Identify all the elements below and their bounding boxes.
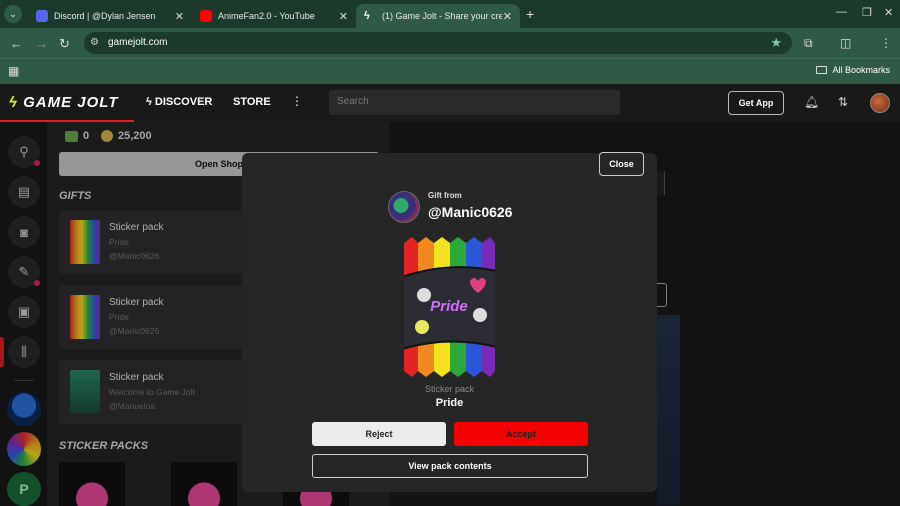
tab-title: Discord | @Dylan Jensen — [54, 11, 156, 21]
view-pack-contents-button[interactable]: View pack contents — [312, 454, 588, 478]
close-tab-icon[interactable]: ✕ — [175, 10, 184, 23]
gamejolt-logo[interactable]: ϟ GAME JOLT — [9, 94, 119, 111]
close-tab-icon[interactable]: ✕ — [503, 10, 512, 23]
get-app-button[interactable]: Get App — [728, 91, 784, 115]
more-menu-icon[interactable]: ⋮ — [291, 94, 303, 108]
pack-name: Pride — [435, 397, 464, 409]
youtube-icon — [200, 10, 212, 22]
tab-gamejolt[interactable]: ϟ (1) Game Jolt - Share your crea ✕ — [356, 4, 520, 28]
minimize-icon[interactable]: — — [836, 6, 847, 18]
tab-youtube[interactable]: AnimeFan2.0 - YouTube ✕ — [192, 4, 356, 28]
tab-title: AnimeFan2.0 - YouTube — [218, 11, 315, 21]
window-close-icon[interactable]: ✕ — [884, 6, 893, 19]
bookmarks-bar: ▦ All Bookmarks — [0, 58, 900, 84]
browser-tab-strip: ⌄ Discord | @Dylan Jensen ✕ AnimeFan2.0 … — [0, 0, 900, 28]
gamejolt-icon: ϟ — [364, 10, 370, 22]
pride-sticker-pack-image: Pride — [404, 237, 495, 377]
url-text[interactable]: gamejolt.com — [108, 37, 167, 48]
new-tab-icon[interactable]: + — [526, 6, 534, 22]
sender-avatar[interactable] — [388, 191, 420, 223]
notifications-bell-icon[interactable]: 🔔︎ — [804, 95, 819, 109]
browser-menu-icon[interactable]: ⋮ — [880, 36, 892, 50]
sender-username[interactable]: @Manic0626 — [428, 204, 512, 220]
user-avatar[interactable] — [870, 93, 890, 113]
accept-button[interactable]: Accept — [454, 422, 588, 446]
nav-discover[interactable]: ϟ DISCOVER — [146, 96, 212, 108]
bookmark-star-icon[interactable]: ★ — [770, 35, 782, 51]
apps-grid-icon[interactable]: ▦ — [8, 64, 19, 78]
address-bar[interactable]: ⚙ gamejolt.com ★ — [84, 32, 792, 54]
site-info-icon[interactable]: ⚙ — [90, 37, 99, 48]
close-button[interactable]: Close — [599, 152, 644, 176]
maximize-icon[interactable]: ❐ — [862, 6, 872, 19]
reading-mode-icon[interactable]: ◫ — [840, 36, 851, 50]
nav-discover-label: DISCOVER — [154, 96, 213, 108]
discord-icon — [36, 10, 48, 22]
pack-type-label: Sticker pack — [424, 384, 475, 394]
gift-from-label: Gift from — [428, 191, 462, 200]
close-tab-icon[interactable]: ✕ — [339, 10, 348, 23]
gift-modal: Close Gift from @Manic0626 Pride Sticker… — [242, 152, 657, 492]
browser-toolbar: ← → ↻ ⚙ gamejolt.com ★ ⧉ ◫ ⋮ — [0, 28, 900, 58]
site-header: ϟ GAME JOLT ϟ DISCOVER STORE ⋮ Search Ge… — [0, 84, 900, 122]
reload-icon[interactable]: ↻ — [59, 36, 70, 52]
site-search-input[interactable]: Search — [329, 90, 620, 115]
tab-search-dropdown-icon[interactable]: ⌄ — [4, 5, 22, 23]
reject-button[interactable]: Reject — [312, 422, 446, 446]
pack-art-text: Pride — [430, 298, 468, 315]
back-icon[interactable]: ← — [10, 36, 23, 51]
extensions-icon[interactable]: ⧉ — [804, 36, 813, 51]
tab-discord[interactable]: Discord | @Dylan Jensen ✕ — [28, 4, 192, 28]
tab-title: (1) Game Jolt - Share your crea — [382, 11, 502, 21]
friends-activity-icon[interactable]: ⇅ — [838, 95, 848, 109]
nav-store[interactable]: STORE — [233, 96, 271, 108]
bolt-icon: ϟ — [9, 94, 18, 111]
folder-icon — [816, 66, 828, 74]
forward-icon[interactable]: → — [35, 36, 48, 51]
logo-text: GAME JOLT — [23, 94, 119, 111]
all-bookmarks-label: All Bookmarks — [832, 65, 890, 75]
all-bookmarks-button[interactable]: All Bookmarks — [816, 65, 890, 75]
